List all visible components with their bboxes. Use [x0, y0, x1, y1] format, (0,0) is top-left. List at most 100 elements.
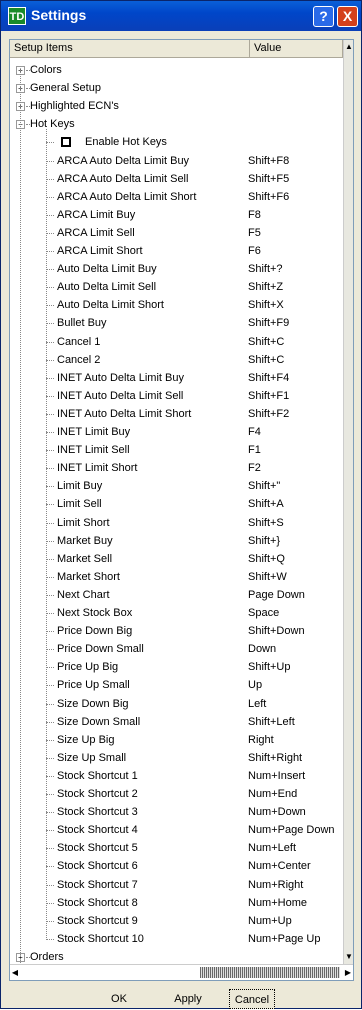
- hot-key-value[interactable]: Num+Left: [248, 839, 296, 857]
- apply-button[interactable]: Apply: [158, 989, 218, 1009]
- hot-key-row[interactable]: Size Up Small Shift+Right: [10, 749, 340, 767]
- hot-key-value[interactable]: Shift+Left: [248, 713, 295, 731]
- hot-key-row[interactable]: ARCA Limit Sell F5: [10, 224, 340, 242]
- hot-key-value[interactable]: Page Down: [248, 586, 305, 604]
- hot-key-value[interactable]: Shift+C: [248, 351, 284, 369]
- hot-key-row[interactable]: Next Stock Box Space: [10, 604, 340, 622]
- hot-key-value[interactable]: Shift+Z: [248, 278, 283, 296]
- hot-key-row[interactable]: ARCA Limit Short F6: [10, 242, 340, 260]
- checkbox-icon[interactable]: [61, 137, 71, 148]
- hot-key-value[interactable]: Up: [248, 676, 262, 694]
- hot-key-value[interactable]: Shift+F8: [248, 152, 289, 170]
- hot-key-row[interactable]: ARCA Auto Delta Limit Buy Shift+F8: [10, 152, 340, 170]
- hot-key-value[interactable]: Shift+?: [248, 260, 283, 278]
- vertical-scrollbar[interactable]: ▲ ▼: [343, 40, 353, 964]
- hot-key-row[interactable]: Price Up Small Up: [10, 676, 340, 694]
- hot-key-value[interactable]: Num+Down: [248, 803, 306, 821]
- hot-key-row[interactable]: INET Auto Delta Limit Buy Shift+F4: [10, 369, 340, 387]
- hot-key-row[interactable]: Auto Delta Limit Short Shift+X: [10, 296, 340, 314]
- tree-group-row[interactable]: + Colors: [10, 61, 340, 79]
- hot-key-row[interactable]: Stock Shortcut 5 Num+Left: [10, 839, 340, 857]
- hot-key-row[interactable]: INET Limit Short F2: [10, 459, 340, 477]
- hot-key-value[interactable]: Right: [248, 731, 274, 749]
- scroll-thumb[interactable]: [200, 967, 340, 978]
- hot-key-row[interactable]: Limit Short Shift+S: [10, 514, 340, 532]
- hot-key-row[interactable]: Next Chart Page Down: [10, 586, 340, 604]
- hot-key-value[interactable]: F5: [248, 224, 261, 242]
- column-header-setup-items[interactable]: Setup Items: [10, 40, 250, 57]
- hot-key-value[interactable]: Num+Center: [248, 857, 311, 875]
- hot-key-value[interactable]: Shift+F9: [248, 314, 289, 332]
- hot-key-value[interactable]: F2: [248, 459, 261, 477]
- hot-key-row[interactable]: ARCA Limit Buy F8: [10, 206, 340, 224]
- hot-key-value[interactable]: Num+End: [248, 785, 297, 803]
- hot-key-value[interactable]: Left: [248, 695, 266, 713]
- hot-key-row[interactable]: Limit Sell Shift+A: [10, 495, 340, 513]
- hot-key-value[interactable]: Shift+F1: [248, 387, 289, 405]
- close-button[interactable]: X: [337, 6, 358, 27]
- title-bar[interactable]: TD Settings ? X: [1, 1, 361, 31]
- hot-key-row[interactable]: Stock Shortcut 1 Num+Insert: [10, 767, 340, 785]
- hot-key-value[interactable]: Space: [248, 604, 279, 622]
- hot-key-value[interactable]: Shift+Down: [248, 622, 305, 640]
- ok-button[interactable]: OK: [88, 989, 150, 1009]
- hot-key-row[interactable]: Cancel 1 Shift+C: [10, 333, 340, 351]
- hot-key-value[interactable]: Num+Home: [248, 894, 307, 912]
- hot-key-value[interactable]: Shift+F2: [248, 405, 289, 423]
- tree-group-row[interactable]: + Highlighted ECN's: [10, 97, 340, 115]
- cancel-button[interactable]: Cancel: [229, 989, 275, 1009]
- help-button[interactable]: ?: [313, 6, 334, 27]
- hot-key-row[interactable]: Size Up Big Right: [10, 731, 340, 749]
- hot-key-value[interactable]: Shift+A: [248, 495, 284, 513]
- hot-key-row[interactable]: Auto Delta Limit Buy Shift+?: [10, 260, 340, 278]
- hot-key-row[interactable]: Price Down Big Shift+Down: [10, 622, 340, 640]
- hot-key-row[interactable]: Market Short Shift+W: [10, 568, 340, 586]
- hot-key-value[interactable]: F1: [248, 441, 261, 459]
- enable-hot-keys-row[interactable]: Enable Hot Keys: [10, 133, 340, 151]
- hot-key-value[interactable]: Shift+}: [248, 532, 280, 550]
- hot-key-value[interactable]: Num+Page Up: [248, 930, 320, 948]
- hot-key-row[interactable]: ARCA Auto Delta Limit Short Shift+F6: [10, 188, 340, 206]
- hot-key-value[interactable]: Shift+X: [248, 296, 284, 314]
- hot-key-row[interactable]: Stock Shortcut 4 Num+Page Down: [10, 821, 340, 839]
- hot-key-row[interactable]: Price Down Small Down: [10, 640, 340, 658]
- scroll-left-icon[interactable]: ◀: [10, 965, 20, 980]
- hot-key-value[interactable]: F4: [248, 423, 261, 441]
- hot-key-value[interactable]: Shift+": [248, 477, 280, 495]
- hot-key-row[interactable]: INET Limit Buy F4: [10, 423, 340, 441]
- hot-key-value[interactable]: Shift+F5: [248, 170, 289, 188]
- hot-key-value[interactable]: Shift+F4: [248, 369, 289, 387]
- hot-key-row[interactable]: Bullet Buy Shift+F9: [10, 314, 340, 332]
- hot-key-value[interactable]: Num+Right: [248, 876, 303, 894]
- hot-key-value[interactable]: Shift+C: [248, 333, 284, 351]
- settings-tree[interactable]: Setup Items Value + Colors + General Setup +…: [9, 39, 354, 981]
- hot-key-row[interactable]: Size Down Small Shift+Left: [10, 713, 340, 731]
- hot-key-row[interactable]: Stock Shortcut 6 Num+Center: [10, 857, 340, 875]
- hot-key-value[interactable]: Shift+F6: [248, 188, 289, 206]
- hot-key-value[interactable]: Num+Up: [248, 912, 292, 930]
- column-header-value[interactable]: Value: [250, 40, 343, 57]
- hot-key-row[interactable]: Stock Shortcut 7 Num+Right: [10, 876, 340, 894]
- scroll-right-icon[interactable]: ▶: [343, 965, 353, 980]
- hot-key-row[interactable]: INET Limit Sell F1: [10, 441, 340, 459]
- hot-key-row[interactable]: ARCA Auto Delta Limit Sell Shift+F5: [10, 170, 340, 188]
- hot-key-row[interactable]: Market Sell Shift+Q: [10, 550, 340, 568]
- hot-key-row[interactable]: Limit Buy Shift+": [10, 477, 340, 495]
- hot-key-value[interactable]: Shift+S: [248, 514, 284, 532]
- hot-key-row[interactable]: Price Up Big Shift+Up: [10, 658, 340, 676]
- hot-key-value[interactable]: Shift+Right: [248, 749, 302, 767]
- hot-key-value[interactable]: Num+Insert: [248, 767, 305, 785]
- hot-key-row[interactable]: INET Auto Delta Limit Short Shift+F2: [10, 405, 340, 423]
- scroll-up-icon[interactable]: ▲: [344, 41, 353, 53]
- hot-key-value[interactable]: F6: [248, 242, 261, 260]
- scroll-down-icon[interactable]: ▼: [344, 951, 353, 963]
- hot-key-row[interactable]: Auto Delta Limit Sell Shift+Z: [10, 278, 340, 296]
- hot-key-row[interactable]: Size Down Big Left: [10, 695, 340, 713]
- hot-key-value[interactable]: Shift+W: [248, 568, 287, 586]
- hot-key-row[interactable]: Stock Shortcut 2 Num+End: [10, 785, 340, 803]
- hot-key-row[interactable]: Market Buy Shift+}: [10, 532, 340, 550]
- hot-key-value[interactable]: F8: [248, 206, 261, 224]
- hot-key-row[interactable]: Stock Shortcut 10 Num+Page Up: [10, 930, 340, 948]
- hot-key-value[interactable]: Num+Page Down: [248, 821, 335, 839]
- hot-key-row[interactable]: INET Auto Delta Limit Sell Shift+F1: [10, 387, 340, 405]
